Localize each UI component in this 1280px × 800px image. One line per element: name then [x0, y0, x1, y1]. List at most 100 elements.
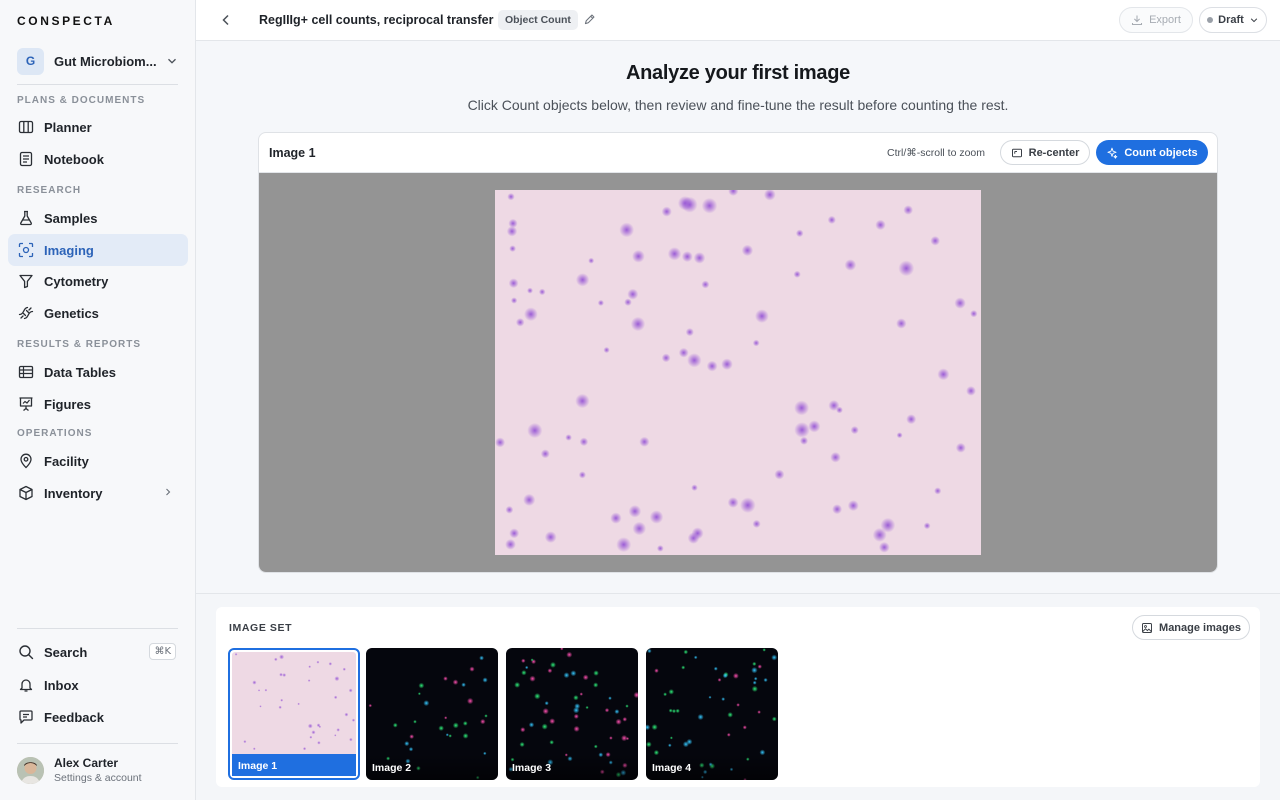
document-title: RegIIIg+ cell counts, reciprocal transfe… — [259, 13, 494, 27]
cell-object — [579, 692, 583, 696]
manage-images-label: Manage images — [1159, 621, 1241, 634]
cell-object — [452, 722, 459, 729]
image-canvas[interactable] — [259, 173, 1217, 572]
cell-object — [308, 665, 312, 669]
sidebar-item-imaging[interactable]: Imaging — [8, 234, 188, 266]
sidebar-item-label: Imaging — [44, 242, 94, 258]
cell-object — [316, 660, 320, 664]
workspace-avatar: G — [17, 47, 44, 75]
chevron-down-icon — [1250, 18, 1257, 23]
cell-object — [632, 249, 645, 263]
image-thumbnail-4[interactable]: Image 4 — [646, 648, 778, 780]
user-account[interactable]: Alex Carter Settings & account — [17, 756, 142, 784]
sidebar-item-feedback[interactable]: Feedback — [8, 701, 188, 733]
sidebar-item-label: Cytometry — [44, 273, 109, 289]
sidebar-item-inbox[interactable]: Inbox — [8, 669, 188, 701]
cell-object — [573, 707, 580, 714]
cell-object — [808, 420, 821, 433]
cell-object — [508, 218, 518, 228]
sidebar-item-label: Facility — [44, 453, 89, 469]
cell-object — [462, 733, 469, 739]
sidebar-item-data-tables[interactable]: Data Tables — [8, 356, 188, 388]
cell-object — [467, 697, 474, 705]
viewer-title: Image 1 — [269, 146, 316, 160]
microscopy-image[interactable] — [495, 190, 981, 555]
recenter-button[interactable]: Re-center — [1000, 140, 1090, 165]
search-shortcut-badge: ⌘K — [149, 643, 176, 660]
sidebar-item-genetics[interactable]: Genetics — [8, 297, 188, 329]
cell-object — [795, 229, 804, 238]
cell-object — [668, 689, 675, 695]
section-divider — [196, 593, 1280, 594]
cell-image — [495, 190, 978, 553]
cell-object — [508, 278, 519, 289]
cell-object — [328, 662, 333, 666]
cell-object — [525, 665, 529, 670]
zoom-hint: Ctrl/⌘-scroll to zoom — [887, 147, 986, 159]
cell-object — [443, 676, 448, 681]
cell-object — [243, 740, 247, 744]
cell-object — [575, 393, 590, 409]
cell-object — [334, 734, 337, 737]
cell-object — [521, 670, 527, 676]
cell-object — [844, 259, 857, 271]
cell-object — [344, 712, 349, 717]
back-arrow-icon[interactable] — [218, 12, 234, 28]
cell-object — [678, 347, 689, 358]
sidebar-item-search[interactable]: Search ⌘K — [8, 636, 188, 668]
export-button[interactable]: Export — [1119, 7, 1193, 33]
cell-object — [484, 714, 488, 718]
cell-object — [334, 676, 340, 682]
location-pin-icon — [20, 453, 32, 469]
cell-object — [757, 710, 761, 714]
sidebar-item-inventory[interactable]: Inventory — [8, 477, 188, 509]
sidebar-item-figures[interactable]: Figures — [8, 388, 188, 420]
cell-object — [830, 452, 841, 463]
image-set-label: IMAGE SET — [229, 622, 293, 634]
cell-object — [462, 721, 468, 726]
cell-object — [550, 661, 556, 668]
image-thumbnail-3[interactable]: Image 3 — [506, 648, 638, 780]
cell-object — [774, 469, 785, 480]
cell-object — [677, 196, 693, 211]
cell-object — [706, 360, 718, 372]
cell-object — [469, 666, 475, 672]
cell-object — [669, 736, 673, 740]
cell-object — [593, 670, 599, 676]
cell-object — [691, 484, 698, 492]
image-thumbnail-1[interactable]: Image 1 — [228, 648, 360, 780]
sidebar-item-cytometry[interactable]: Cytometry — [8, 265, 188, 297]
pencil-icon[interactable] — [583, 13, 596, 26]
sidebar-item-label: Figures — [44, 396, 91, 412]
cell-object — [757, 664, 762, 669]
cell-object — [762, 648, 766, 652]
cell-object — [646, 741, 652, 748]
cell-object — [752, 661, 757, 666]
sidebar-item-planner[interactable]: Planner — [8, 111, 188, 143]
count-objects-button[interactable]: Count objects — [1096, 140, 1208, 165]
cell-object — [627, 288, 639, 300]
thumbnail-label: Image 1 — [232, 754, 356, 776]
sidebar-item-samples[interactable]: Samples — [8, 202, 188, 234]
cell-object — [717, 678, 722, 682]
cell-object — [528, 722, 535, 728]
cell-object — [540, 449, 550, 459]
image-thumbnail-2[interactable]: Image 2 — [366, 648, 498, 780]
cell-object — [510, 297, 518, 304]
sidebar-item-label: Inventory — [44, 485, 103, 501]
sidebar-item-notebook[interactable]: Notebook — [8, 143, 188, 175]
manage-images-button[interactable]: Manage images — [1132, 615, 1250, 640]
cell-object — [651, 724, 658, 731]
workspace-switcher[interactable]: G Gut Microbiom... — [17, 47, 179, 75]
cell-object — [417, 692, 421, 696]
status-dropdown[interactable]: Draft — [1199, 7, 1267, 33]
cell-object — [438, 725, 444, 731]
sidebar-item-facility[interactable]: Facility — [8, 445, 188, 477]
chart-icon — [19, 397, 33, 412]
status-label: Draft — [1218, 14, 1244, 26]
cell-object — [675, 708, 680, 714]
cell-object — [625, 737, 630, 741]
sidebar-divider — [17, 743, 178, 744]
cell-object — [752, 339, 760, 347]
cell-object — [828, 400, 840, 411]
